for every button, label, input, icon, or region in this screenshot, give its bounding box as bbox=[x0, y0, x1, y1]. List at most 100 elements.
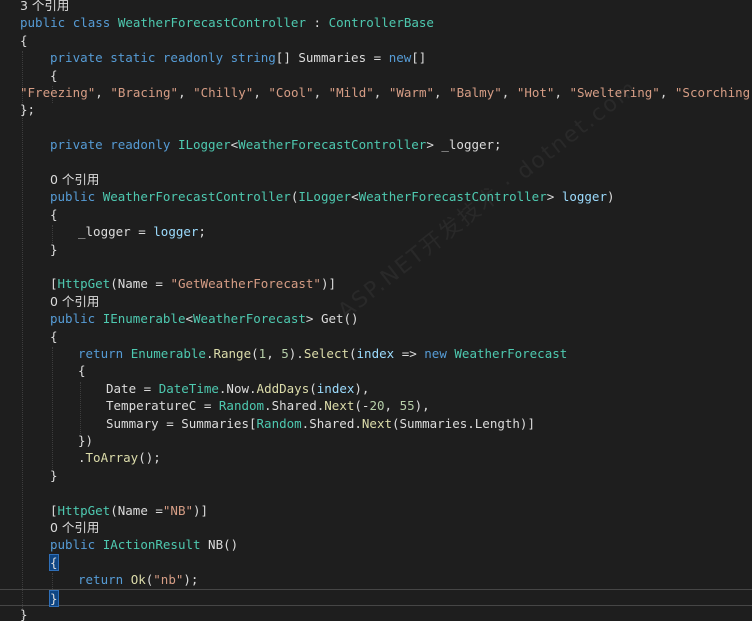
code-token: < bbox=[351, 189, 359, 205]
code-token: )] bbox=[320, 276, 337, 292]
code-line[interactable]: return Enumerable.Range(1, 5).Select(ind… bbox=[0, 345, 752, 362]
code-line[interactable]: }; bbox=[0, 101, 752, 118]
code-editor[interactable]: 3 个引用 public class WeatherForecastControl… bbox=[0, 0, 752, 621]
code-token: (Summaries.Length)] bbox=[392, 415, 535, 431]
code-token: ) bbox=[606, 189, 615, 205]
code-token: private bbox=[50, 137, 111, 153]
codelens-reference-count[interactable]: 3 个引用 bbox=[0, 0, 752, 14]
code-token: ControllerBase bbox=[328, 15, 434, 31]
code-token: , bbox=[313, 85, 329, 100]
code-line[interactable]: .ToArray(); bbox=[0, 449, 752, 466]
code-token: , bbox=[434, 85, 450, 100]
code-line[interactable]: { bbox=[0, 553, 752, 571]
code-line[interactable]: { bbox=[0, 206, 752, 223]
code-token: { bbox=[50, 328, 58, 344]
code-token: < bbox=[185, 311, 194, 327]
code-token: > bbox=[546, 189, 562, 205]
code-line[interactable]: { bbox=[0, 328, 752, 345]
code-token: [ bbox=[50, 276, 58, 292]
code-token: ILogger bbox=[298, 189, 352, 205]
code-token: public bbox=[50, 311, 103, 327]
code-token: IActionResult bbox=[102, 537, 201, 553]
code-line[interactable]: }) bbox=[0, 432, 752, 449]
matched-brace: } bbox=[49, 589, 59, 607]
code-token: 55 bbox=[399, 398, 415, 414]
code-token: "Balmy" bbox=[449, 85, 502, 100]
code-token: HttpGet bbox=[57, 276, 111, 292]
code-token: ), bbox=[354, 380, 370, 396]
code-line[interactable]: return Ok("nb"); bbox=[0, 571, 752, 588]
code-token: public bbox=[50, 537, 103, 553]
code-line[interactable]: } bbox=[0, 467, 752, 484]
code-line[interactable]: _logger = logger; bbox=[0, 223, 752, 240]
code-line[interactable]: [HttpGet(Name ="NB")] bbox=[0, 502, 752, 519]
code-line[interactable]: public IEnumerable<WeatherForecast> Get(… bbox=[0, 310, 752, 327]
code-token: ), bbox=[414, 398, 430, 414]
code-token: > _logger; bbox=[426, 137, 502, 153]
codelens-reference-count[interactable]: 0 个引用 bbox=[0, 519, 752, 536]
code-line[interactable] bbox=[0, 484, 752, 501]
code-token: 0 个引用 bbox=[50, 293, 100, 309]
code-token: static bbox=[110, 50, 163, 66]
code-token: logger bbox=[561, 189, 607, 205]
code-token: (); bbox=[138, 450, 161, 466]
code-token: "Freezing" bbox=[20, 85, 96, 100]
code-line[interactable]: private readonly ILogger<WeatherForecast… bbox=[0, 136, 752, 153]
code-token: ). bbox=[288, 346, 304, 361]
code-line[interactable]: { bbox=[0, 67, 752, 84]
code-token: _logger = bbox=[78, 224, 154, 240]
code-token: 20 bbox=[369, 398, 385, 414]
matched-brace: { bbox=[49, 553, 59, 571]
code-token: DateTime bbox=[158, 380, 219, 396]
code-token: "Warm" bbox=[388, 85, 434, 100]
codelens-reference-count[interactable]: 0 个引用 bbox=[0, 171, 752, 188]
code-line[interactable] bbox=[0, 154, 752, 171]
code-line[interactable]: public IActionResult NB() bbox=[0, 536, 752, 553]
code-token: , bbox=[659, 85, 675, 100]
code-line[interactable]: public class WeatherForecastController :… bbox=[0, 14, 752, 31]
code-token: , bbox=[501, 85, 517, 100]
text-cursor bbox=[57, 591, 59, 607]
code-token: return bbox=[78, 346, 131, 361]
code-line[interactable] bbox=[0, 119, 752, 136]
code-token: "Bracing" bbox=[110, 85, 179, 100]
code-token: "Mild" bbox=[328, 85, 374, 100]
code-token: [] Summaries = bbox=[275, 50, 389, 66]
code-token: .Shared. bbox=[264, 398, 325, 414]
code-token: "Scorching" bbox=[674, 85, 752, 100]
code-token: } bbox=[50, 467, 58, 483]
code-line[interactable]: { bbox=[0, 32, 752, 49]
code-line[interactable]: TemperatureC = Random.Shared.Next(-20, 5… bbox=[0, 397, 752, 414]
code-token: logger bbox=[153, 224, 199, 240]
code-token: AddDays bbox=[256, 380, 310, 396]
code-token: { bbox=[50, 67, 58, 83]
code-token: => bbox=[394, 346, 425, 361]
code-token: "Cool" bbox=[268, 85, 314, 100]
code-token: Ok bbox=[130, 572, 146, 588]
code-token: Random bbox=[218, 398, 265, 414]
code-line[interactable]: public WeatherForecastController(ILogger… bbox=[0, 188, 752, 205]
code-token: ); bbox=[183, 572, 199, 588]
code-token: TemperatureC = bbox=[106, 398, 219, 414]
code-token: : bbox=[306, 15, 329, 31]
code-token: [ bbox=[50, 502, 58, 518]
code-token: 5 bbox=[281, 346, 289, 361]
code-line[interactable]: Date = DateTime.Now.AddDays(index), bbox=[0, 380, 752, 397]
code-line[interactable]: } bbox=[0, 241, 752, 258]
code-line[interactable]: private static readonly string[] Summari… bbox=[0, 49, 752, 66]
code-token: readonly bbox=[110, 137, 178, 153]
code-token: (- bbox=[354, 398, 370, 414]
code-token: ; bbox=[198, 224, 206, 240]
code-token: 3 个引用 bbox=[20, 0, 70, 13]
code-token: , bbox=[554, 85, 570, 100]
code-token: ( bbox=[251, 346, 259, 361]
code-line[interactable]: } bbox=[0, 588, 752, 607]
code-token: private bbox=[50, 50, 111, 66]
code-token: public bbox=[20, 15, 73, 31]
code-token: new bbox=[388, 50, 412, 66]
code-line[interactable]: } bbox=[0, 606, 752, 621]
code-line[interactable]: { bbox=[0, 362, 752, 379]
code-line[interactable]: Summary = Summaries[Random.Shared.Next(S… bbox=[0, 415, 752, 432]
code-token: WeatherForecastController bbox=[102, 189, 291, 205]
code-token: "nb" bbox=[153, 572, 184, 588]
